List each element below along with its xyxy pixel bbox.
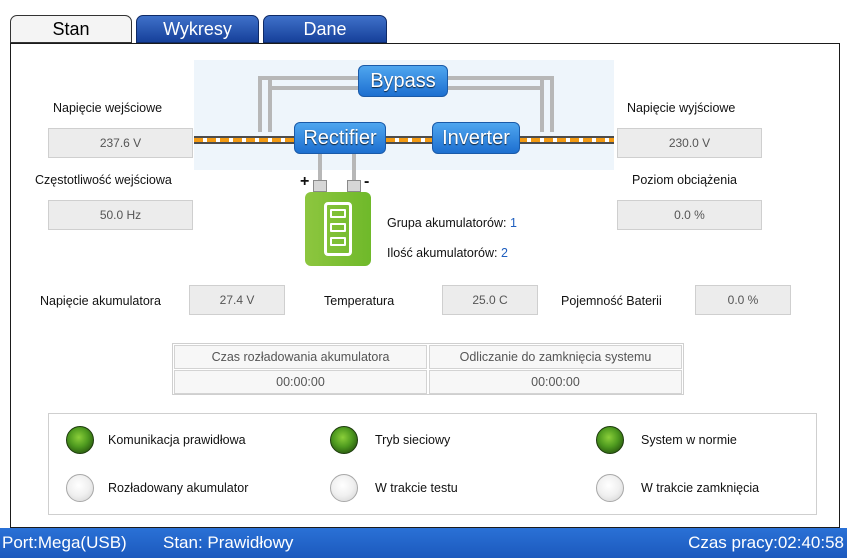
battery-icon: [305, 192, 371, 266]
inverter-block: Inverter: [432, 122, 520, 154]
load-level-value: 0.0 %: [617, 200, 762, 230]
rectifier-block: Rectifier: [294, 122, 386, 154]
shutting-down-label: W trakcie zamknięcia: [641, 481, 760, 495]
battery-discharged-led: [66, 474, 94, 502]
bypass-wire-right-gap: [544, 80, 550, 132]
battery-group-value: 1: [510, 216, 517, 230]
tab-wykresy[interactable]: Wykresy: [136, 15, 259, 43]
tab-bar: Stan Wykresy Dane: [10, 15, 840, 45]
temperature-value: 25.0 C: [442, 285, 538, 315]
battery-count-label: Ilość akumulatorów: 2: [387, 246, 508, 260]
dc-wire-plus: [318, 150, 322, 184]
battery-terminal-minus: [347, 180, 361, 192]
output-voltage-label: Napięcie wyjściowe: [627, 101, 736, 115]
battery-cell: [330, 237, 346, 246]
output-voltage-value: 230.0 V: [617, 128, 762, 158]
input-power-line: [194, 136, 294, 144]
battery-discharged-label: Rozładowany akumulator: [108, 481, 249, 495]
shutdown-countdown-value: 00:00:00: [429, 370, 682, 394]
bypass-block: Bypass: [358, 65, 448, 97]
testing-led: [330, 474, 358, 502]
battery-group-label: Grupa akumulatorów: 1: [387, 216, 517, 230]
discharge-time-value: 00:00:00: [174, 370, 427, 394]
port-status: Port:Mega(USB): [2, 533, 127, 552]
dc-link-power-line: [386, 136, 434, 144]
line-mode-label: Tryb sieciowy: [375, 433, 451, 447]
plus-sign: +: [300, 173, 310, 190]
tab-dane[interactable]: Dane: [263, 15, 387, 43]
tab-stan[interactable]: Stan: [10, 15, 132, 43]
battery-voltage-value: 27.4 V: [189, 285, 285, 315]
battery-cells: [324, 202, 352, 256]
battery-count-value: 2: [500, 246, 508, 260]
system-normal-label: System w normie: [641, 433, 737, 447]
input-voltage-label: Napięcie wejściowe: [53, 101, 163, 115]
battery-cell: [330, 209, 346, 218]
battery-capacity-value: 0.0 %: [695, 285, 791, 315]
communication-ok-label: Komunikacja prawidłowa: [108, 433, 246, 447]
temperature-label: Temperatura: [324, 294, 395, 308]
output-power-line: [518, 136, 614, 144]
testing-label: W trakcie testu: [375, 481, 458, 495]
timers-table: Czas rozładowania akumulatora Odliczanie…: [172, 343, 684, 395]
bypass-wire-left-gap: [262, 80, 268, 132]
battery-cell: [330, 223, 346, 232]
dc-wire-minus: [352, 150, 356, 184]
battery-terminal-plus: [313, 180, 327, 192]
battery-voltage-label: Napięcie akumulatora: [40, 294, 161, 308]
discharge-time-header: Czas rozładowania akumulatora: [174, 345, 427, 369]
communication-ok-led: [66, 426, 94, 454]
system-normal-led: [596, 426, 624, 454]
shutting-down-led: [596, 474, 624, 502]
load-level-label: Poziom obciążenia: [632, 173, 737, 187]
status-bar: Port:Mega(USB) Stan: Prawidłowy Czas pra…: [0, 528, 847, 558]
input-frequency-value: 50.0 Hz: [48, 200, 193, 230]
line-mode-led: [330, 426, 358, 454]
connection-state: Stan: Prawidłowy: [163, 533, 294, 552]
battery-capacity-label: Pojemność Baterii: [561, 294, 662, 308]
minus-sign: -: [364, 173, 370, 190]
ups-monitor-window: Stan Wykresy Dane Bypass Rectifier Inver…: [0, 0, 847, 558]
input-voltage-value: 237.6 V: [48, 128, 193, 158]
input-frequency-label: Częstotliwość wejściowa: [35, 173, 172, 187]
uptime: Czas pracy:02:40:58: [688, 533, 844, 552]
shutdown-countdown-header: Odliczanie do zamknięcia systemu: [429, 345, 682, 369]
status-indicators-group: [48, 413, 817, 515]
